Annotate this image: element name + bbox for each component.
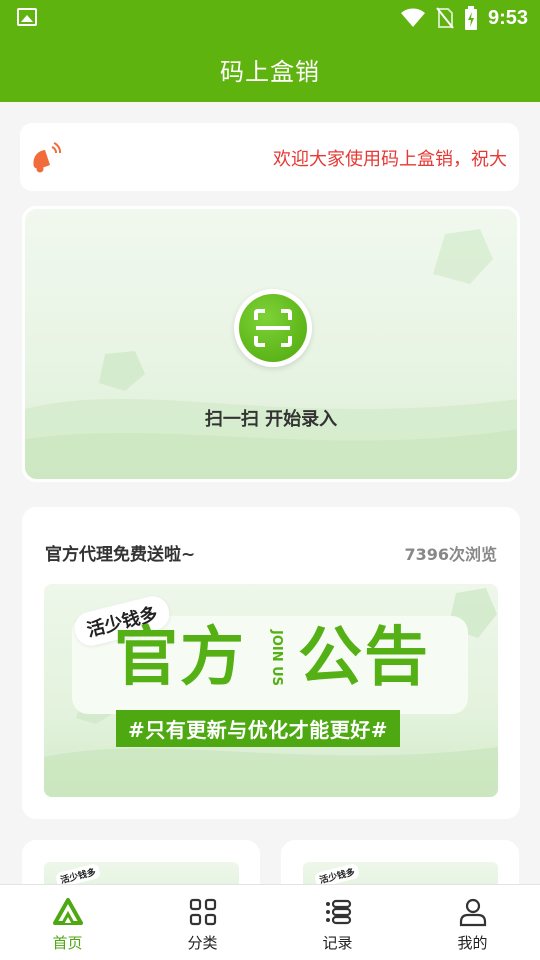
view-count: 7396次浏览 — [404, 545, 497, 564]
notice-bar[interactable]: 欢迎大家使用码上盒销，祝大 — [20, 123, 519, 191]
home-icon — [52, 898, 83, 925]
scan-icon — [254, 309, 292, 347]
image-icon — [17, 8, 37, 26]
clock: 9:53 — [487, 6, 528, 29]
nav-home-label: 首页 — [52, 934, 83, 952]
user-icon — [459, 898, 486, 927]
nav-home[interactable]: 首页 — [0, 885, 135, 960]
nav-records-label: 记录 — [322, 934, 353, 952]
status-icons: 9:53 — [400, 6, 528, 30]
scan-button[interactable] — [234, 289, 312, 367]
announcement-banner[interactable]: 活少钱多 官方 JOIN US 公告 #只有更新与优化才能更好# — [44, 584, 498, 797]
megaphone-icon — [33, 142, 62, 173]
banner-join-label: JOIN US — [269, 630, 284, 687]
banner-join-text: JOIN US — [256, 630, 294, 690]
nav-category[interactable]: 分类 — [135, 885, 270, 960]
grid-icon — [189, 898, 216, 926]
page-title: 码上盒销 — [220, 58, 320, 86]
scan-card[interactable]: 扫一扫 开始录入 — [22, 206, 520, 482]
bottom-nav: 首页 分类 记录 我的 — [0, 884, 540, 960]
nav-records[interactable]: 记录 — [270, 885, 405, 960]
decorative-cube-icon — [433, 229, 493, 284]
nav-profile-label: 我的 — [457, 934, 488, 952]
no-sim-icon — [436, 7, 454, 29]
notice-text: 欢迎大家使用码上盒销，祝大 — [273, 149, 507, 170]
banner-headline-left: 官方 — [114, 621, 246, 695]
nav-profile[interactable]: 我的 — [405, 885, 540, 960]
scan-card-background: 扫一扫 开始录入 — [25, 209, 517, 479]
announcement-title: 官方代理免费送啦~ — [45, 545, 196, 565]
banner-slogan: #只有更新与优化才能更好# — [116, 710, 401, 747]
wifi-icon — [400, 8, 425, 27]
status-bar: 9:53 — [0, 0, 540, 36]
scan-label: 扫一扫 开始录入 — [204, 409, 338, 430]
banner-headline-right: 公告 — [298, 621, 430, 695]
announcement-card[interactable]: 官方代理免费送啦~ 7396次浏览 活少钱多 官方 JOIN US 公告 #只有… — [22, 507, 520, 819]
scan-button-core — [239, 294, 307, 362]
app-header: 9:53 码上盒销 — [0, 0, 540, 102]
battery-charging-icon — [464, 6, 477, 30]
nav-category-label: 分类 — [187, 934, 218, 952]
list-icon — [325, 899, 351, 925]
